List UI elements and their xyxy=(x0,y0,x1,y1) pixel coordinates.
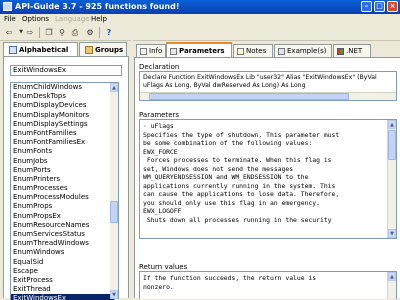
list-item[interactable]: ExitProcess xyxy=(11,276,114,285)
function-list[interactable]: EnumChildWindows EnumDeskTops EnumDisplayD… xyxy=(10,82,115,300)
tab-info[interactable]: Info xyxy=(136,44,166,57)
list-item[interactable]: EnumDisplayDevices xyxy=(11,101,114,110)
list-item[interactable]: EnumThreadWindows xyxy=(11,239,114,248)
example-icon xyxy=(278,47,285,55)
parameters-box[interactable]: · uFlags Specifies the type of shutdown.… xyxy=(139,119,397,239)
return-values-text: If the function succeeds, the return val… xyxy=(143,274,317,291)
menu-help[interactable]: Help xyxy=(91,14,107,25)
tab-examples[interactable]: Example(s) xyxy=(274,44,332,57)
find-icon[interactable]: ⚲ xyxy=(56,27,68,38)
left-panel: EnumChildWindowsEnumDeskTopsEnumDisplayD… xyxy=(3,56,129,300)
print-icon[interactable]: ⎙ xyxy=(69,27,81,38)
title-bar: API-Guide 3.7 - 925 functions found! – □… xyxy=(0,0,400,14)
book-icon xyxy=(9,46,17,54)
list-item[interactable]: EnumJobs xyxy=(11,157,114,166)
list-item[interactable]: ExitWindowsEx xyxy=(11,294,114,300)
list-item[interactable]: EnumWindows xyxy=(11,248,114,257)
declaration-hscrollbar[interactable] xyxy=(140,92,396,100)
list-item[interactable]: EnumDeskTops xyxy=(11,92,114,101)
function-list-scrollbar[interactable]: ▲ ▼ xyxy=(110,82,119,299)
close-icon[interactable]: × xyxy=(387,1,398,12)
parameters-label: Parameters xyxy=(139,111,180,119)
toolbar-separator xyxy=(99,27,100,38)
parameters-scrollbar[interactable]: ▲ ▼ xyxy=(387,120,396,238)
copy-icon[interactable]: ❐ xyxy=(43,27,55,38)
toolbar-separator xyxy=(39,27,40,38)
return-values-box[interactable]: If the function succeeds, the return val… xyxy=(139,271,397,299)
left-tabstrip: Alphabetical Groups xyxy=(3,42,129,57)
list-item[interactable]: Escape xyxy=(11,267,114,276)
maximize-icon[interactable]: □ xyxy=(374,1,385,12)
list-item[interactable]: EnumFontFamiliesEx xyxy=(11,138,114,147)
list-item[interactable]: EnumDisplayMonitors xyxy=(11,111,114,120)
list-item[interactable]: EnumProcesses xyxy=(11,184,114,193)
list-item[interactable]: ExitThread xyxy=(11,285,114,294)
details-panel: Declaration Declare Function ExitWindows… xyxy=(134,57,400,299)
parameters-icon xyxy=(170,47,177,55)
menu-language[interactable]: Language xyxy=(55,14,90,25)
return-values-label: Return values xyxy=(139,263,188,271)
list-item[interactable]: EnumProps xyxy=(11,202,114,211)
settings-icon[interactable]: ⚙ xyxy=(84,27,96,38)
dotnet-icon xyxy=(337,47,344,55)
panel-splitter[interactable] xyxy=(131,40,133,298)
info-icon xyxy=(140,47,147,55)
scroll-thumb[interactable] xyxy=(110,201,118,223)
folder-icon xyxy=(85,46,93,54)
window-title: API-Guide 3.7 - 925 functions found! xyxy=(15,2,180,11)
declaration-box[interactable]: Declare Function ExitWindowsEx Lib "user… xyxy=(139,71,397,101)
minimize-icon[interactable]: – xyxy=(361,1,372,12)
scroll-thumb[interactable] xyxy=(388,130,396,160)
list-item[interactable]: EqualSid xyxy=(11,258,114,267)
list-item[interactable]: EnumPorts xyxy=(11,166,114,175)
list-item[interactable]: EnumFonts xyxy=(11,147,114,156)
menu-options[interactable]: Options xyxy=(22,14,49,25)
tab-parameters[interactable]: Parameters xyxy=(166,42,232,57)
tab-dotnet[interactable]: .NET xyxy=(333,44,371,57)
list-item[interactable]: EnumResourceNames xyxy=(11,221,114,230)
back-icon[interactable]: ⇦ xyxy=(3,27,15,38)
help-icon[interactable]: ? xyxy=(103,27,115,38)
declaration-text: Declare Function ExitWindowsEx Lib "user… xyxy=(143,74,377,89)
toolbar: ⇦ ▼ ⇨ ❐ ⚲ ⎙ ⚙ ? xyxy=(0,25,400,41)
scroll-down-icon[interactable]: ▼ xyxy=(388,229,396,238)
return-values-scrollbar[interactable]: ▲ xyxy=(387,272,396,299)
tab-alphabetical[interactable]: Alphabetical xyxy=(3,42,78,57)
list-item[interactable]: EnumFontFamilies xyxy=(11,129,114,138)
hscroll-thumb[interactable] xyxy=(149,93,349,100)
forward-icon[interactable]: ⇨ xyxy=(24,27,36,38)
declaration-label: Declaration xyxy=(139,63,180,71)
menu-bar: File Options Language Help xyxy=(0,14,400,25)
scroll-up-icon[interactable]: ▲ xyxy=(388,272,396,281)
list-item[interactable]: EnumDisplaySettings xyxy=(11,120,114,129)
list-item[interactable]: EnumServicesStatus xyxy=(11,230,114,239)
list-item[interactable]: EnumChildWindows xyxy=(11,83,114,92)
parameters-text: · uFlags Specifies the type of shutdown.… xyxy=(143,122,340,225)
list-item[interactable]: EnumProcessModules xyxy=(11,193,114,202)
search-input[interactable] xyxy=(10,65,122,76)
list-item[interactable]: EnumPropsEx xyxy=(11,212,114,221)
tab-notes[interactable]: Notes xyxy=(233,44,273,57)
scroll-up-icon[interactable]: ▲ xyxy=(388,120,396,129)
menu-file[interactable]: File xyxy=(4,14,16,25)
scroll-up-icon[interactable]: ▲ xyxy=(110,83,118,92)
app-icon xyxy=(3,2,12,11)
list-item[interactable]: EnumPrinters xyxy=(11,175,114,184)
tab-groups[interactable]: Groups xyxy=(79,42,127,56)
notes-icon xyxy=(237,47,244,55)
